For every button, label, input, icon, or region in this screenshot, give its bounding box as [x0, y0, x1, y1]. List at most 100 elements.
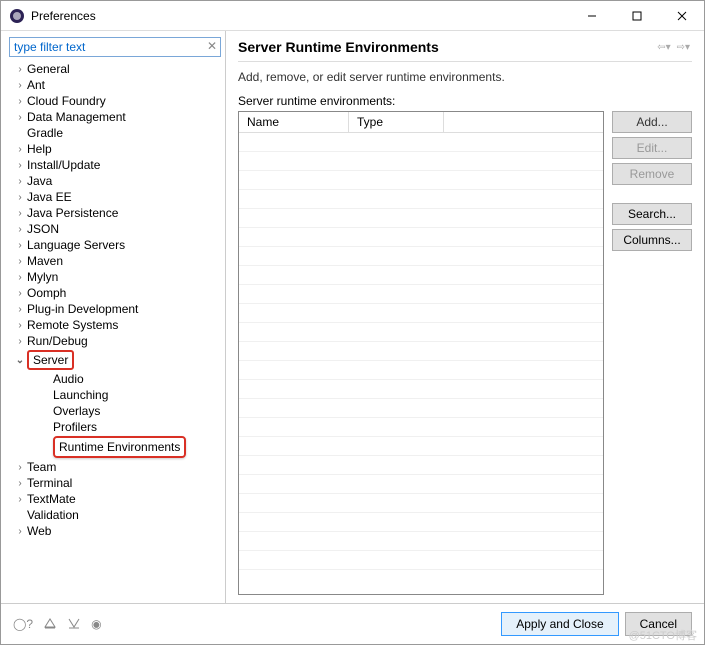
columns-button[interactable]: Columns...	[612, 229, 692, 251]
tree-item-oomph[interactable]: ›Oomph	[9, 285, 225, 301]
preferences-window: Preferences ✕ ›General›Ant›Cloud Foundry…	[0, 0, 705, 645]
table-row	[239, 475, 603, 494]
table-row	[239, 456, 603, 475]
remove-button[interactable]: Remove	[612, 163, 692, 185]
tree-item-cloud-foundry[interactable]: ›Cloud Foundry	[9, 93, 225, 109]
main-panel: Server Runtime Environments ⇦▾ ⇨▾ Add, r…	[226, 31, 704, 603]
tree-item-overlays[interactable]: Overlays	[9, 403, 225, 419]
back-icon[interactable]: ⇦▾	[655, 42, 672, 53]
tree-item-label: Java	[27, 174, 52, 188]
table-row	[239, 304, 603, 323]
chevron-right-icon[interactable]: ›	[13, 160, 27, 171]
tree-item-label: Server	[27, 350, 74, 370]
help-icon[interactable]: ◯?	[13, 617, 33, 632]
table-row	[239, 247, 603, 266]
preferences-tree[interactable]: ›General›Ant›Cloud Foundry›Data Manageme…	[9, 61, 225, 597]
tree-item-java-ee[interactable]: ›Java EE	[9, 189, 225, 205]
table-row	[239, 418, 603, 437]
chevron-right-icon[interactable]: ›	[13, 112, 27, 123]
tree-item-general[interactable]: ›General	[9, 61, 225, 77]
tree-item-language-servers[interactable]: ›Language Servers	[9, 237, 225, 253]
tree-item-team[interactable]: ›Team	[9, 459, 225, 475]
maximize-button[interactable]	[614, 1, 659, 30]
chevron-right-icon[interactable]: ›	[13, 526, 27, 537]
search-button[interactable]: Search...	[612, 203, 692, 225]
tree-item-ant[interactable]: ›Ant	[9, 77, 225, 93]
table-row	[239, 323, 603, 342]
table-row	[239, 133, 603, 152]
column-type[interactable]: Type	[349, 112, 444, 132]
filter-input[interactable]	[9, 37, 221, 57]
export-icon[interactable]	[67, 617, 81, 632]
tree-item-data-management[interactable]: ›Data Management	[9, 109, 225, 125]
nav-arrows: ⇦▾ ⇨▾	[655, 42, 692, 53]
edit-button[interactable]: Edit...	[612, 137, 692, 159]
chevron-right-icon[interactable]: ›	[13, 320, 27, 331]
chevron-right-icon[interactable]: ›	[13, 272, 27, 283]
tree-item-help[interactable]: ›Help	[9, 141, 225, 157]
tree-item-label: Web	[27, 524, 51, 538]
chevron-right-icon[interactable]: ›	[13, 304, 27, 315]
chevron-right-icon[interactable]: ›	[13, 462, 27, 473]
tree-item-textmate[interactable]: ›TextMate	[9, 491, 225, 507]
tree-item-audio[interactable]: Audio	[9, 371, 225, 387]
table-row	[239, 380, 603, 399]
tree-item-java[interactable]: ›Java	[9, 173, 225, 189]
tree-item-label: Remote Systems	[27, 318, 118, 332]
filter-field: ✕	[9, 37, 221, 57]
sidebar: ✕ ›General›Ant›Cloud Foundry›Data Manage…	[1, 31, 226, 603]
chevron-right-icon[interactable]: ›	[13, 64, 27, 75]
tree-item-launching[interactable]: Launching	[9, 387, 225, 403]
tree-item-remote-systems[interactable]: ›Remote Systems	[9, 317, 225, 333]
chevron-right-icon[interactable]: ›	[13, 192, 27, 203]
table-row	[239, 551, 603, 570]
titlebar: Preferences	[1, 1, 704, 31]
chevron-down-icon[interactable]: ⌄	[13, 355, 27, 366]
forward-icon[interactable]: ⇨▾	[675, 42, 692, 53]
apply-close-button[interactable]: Apply and Close	[501, 612, 618, 636]
tree-item-label: Help	[27, 142, 52, 156]
tree-item-java-persistence[interactable]: ›Java Persistence	[9, 205, 225, 221]
table-row	[239, 494, 603, 513]
chevron-right-icon[interactable]: ›	[13, 96, 27, 107]
tree-item-label: Terminal	[27, 476, 72, 490]
tree-item-json[interactable]: ›JSON	[9, 221, 225, 237]
record-icon[interactable]: ◉	[91, 617, 101, 632]
tree-item-mylyn[interactable]: ›Mylyn	[9, 269, 225, 285]
tree-item-plug-in-development[interactable]: ›Plug-in Development	[9, 301, 225, 317]
chevron-right-icon[interactable]: ›	[13, 208, 27, 219]
column-name[interactable]: Name	[239, 112, 349, 132]
tree-item-gradle[interactable]: Gradle	[9, 125, 225, 141]
tree-item-install-update[interactable]: ›Install/Update	[9, 157, 225, 173]
import-icon[interactable]	[43, 617, 57, 632]
chevron-right-icon[interactable]: ›	[13, 240, 27, 251]
chevron-right-icon[interactable]: ›	[13, 478, 27, 489]
tree-item-maven[interactable]: ›Maven	[9, 253, 225, 269]
tree-item-server[interactable]: ⌄Server	[9, 349, 225, 371]
table-row	[239, 513, 603, 532]
tree-item-run-debug[interactable]: ›Run/Debug	[9, 333, 225, 349]
tree-item-profilers[interactable]: Profilers	[9, 419, 225, 435]
tree-item-label: Overlays	[53, 404, 100, 418]
table-row	[239, 171, 603, 190]
chevron-right-icon[interactable]: ›	[13, 336, 27, 347]
chevron-right-icon[interactable]: ›	[13, 176, 27, 187]
tree-item-label: Install/Update	[27, 158, 100, 172]
chevron-right-icon[interactable]: ›	[13, 288, 27, 299]
add-button[interactable]: Add...	[612, 111, 692, 133]
table-body	[239, 133, 603, 594]
close-button[interactable]	[659, 1, 704, 30]
chevron-right-icon[interactable]: ›	[13, 494, 27, 505]
tree-item-validation[interactable]: Validation	[9, 507, 225, 523]
chevron-right-icon[interactable]: ›	[13, 256, 27, 267]
runtime-table[interactable]: Name Type	[238, 111, 604, 595]
chevron-right-icon[interactable]: ›	[13, 144, 27, 155]
minimize-button[interactable]	[569, 1, 614, 30]
chevron-right-icon[interactable]: ›	[13, 224, 27, 235]
tree-item-web[interactable]: ›Web	[9, 523, 225, 539]
tree-item-runtime-environments[interactable]: Runtime Environments	[9, 435, 225, 459]
chevron-right-icon[interactable]: ›	[13, 80, 27, 91]
tree-item-terminal[interactable]: ›Terminal	[9, 475, 225, 491]
clear-filter-icon[interactable]: ✕	[207, 39, 217, 53]
column-spacer	[444, 112, 603, 132]
